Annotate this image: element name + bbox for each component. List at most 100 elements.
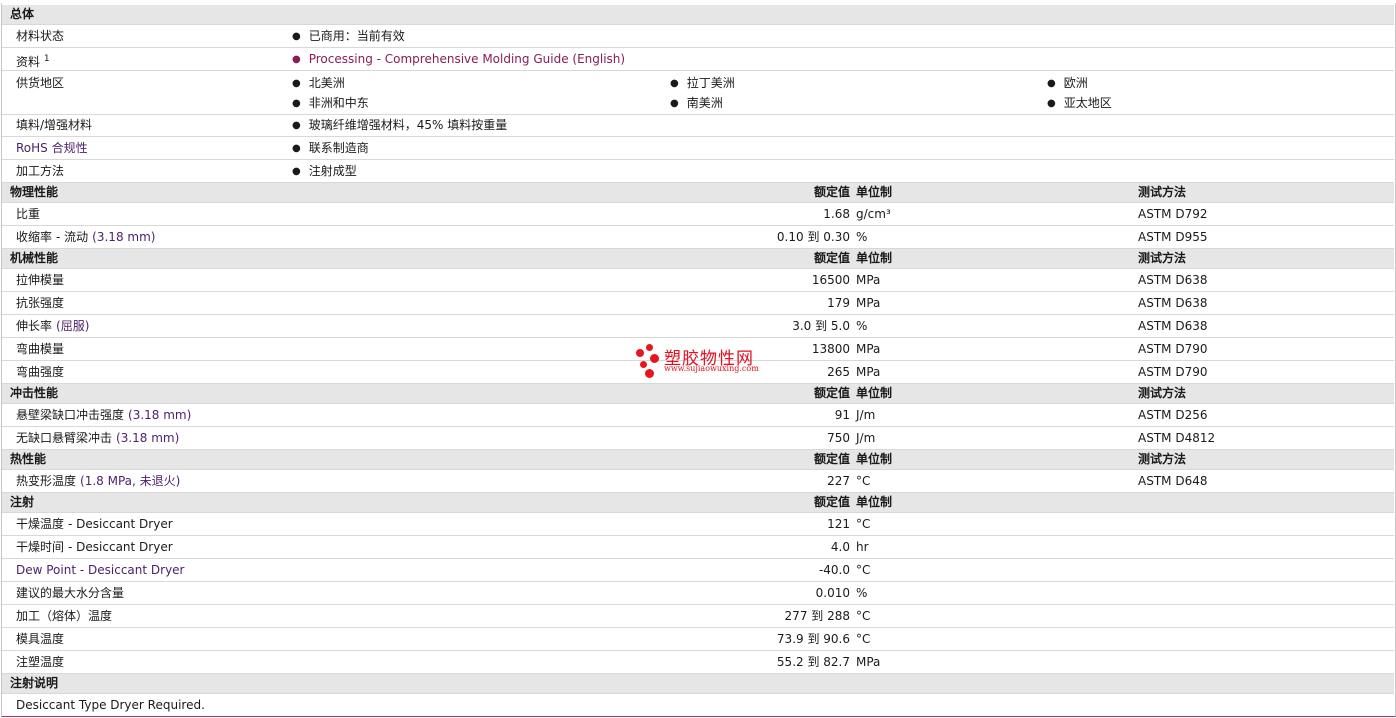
- label-main: 无缺口悬臂梁冲击: [16, 431, 113, 445]
- watermark-url: www.sujiaowuxing.com: [664, 364, 759, 373]
- label-condition: (3.18 mm): [116, 431, 180, 445]
- row-value: 277 到 288: [784, 609, 850, 623]
- table-row: 热变形温度 (1.8 MPa, 未退火) 227 °C ASTM D648: [2, 470, 1394, 493]
- row-value: 16500: [811, 273, 850, 287]
- table-row: 干燥温度 - Desiccant Dryer 121 °C: [2, 513, 1394, 536]
- nominal-header: 额定值: [813, 452, 850, 466]
- notes-row: Desiccant Type Dryer Required.: [2, 694, 1394, 716]
- nominal-header: 额定值: [813, 185, 850, 199]
- row-value: 55.2 到 82.7: [776, 655, 850, 669]
- row-unit: MPa: [856, 296, 881, 310]
- table-row: 模具温度 73.9 到 90.6 °C: [2, 628, 1394, 651]
- row-unit: %: [856, 586, 868, 600]
- row-rohs: RoHS 合规性 联系制造商: [2, 137, 1394, 160]
- label-condition: (屈服): [56, 319, 90, 333]
- filler-value: 玻璃纤维增强材料，45% 填料按重量: [292, 114, 508, 138]
- nominal-header: 额定值: [813, 495, 850, 509]
- test-header: 测试方法: [1138, 386, 1187, 400]
- row-unit: MPa: [856, 342, 881, 356]
- section-title: 注射: [10, 495, 35, 509]
- row-test-method: ASTM D4812: [1138, 431, 1216, 445]
- table-row: 干燥时间 - Desiccant Dryer 4.0 hr: [2, 536, 1394, 559]
- row-value: 1.68: [823, 207, 850, 221]
- row-unit: J/m: [856, 431, 876, 445]
- row-unit: %: [856, 319, 868, 333]
- row-test-method: ASTM D638: [1138, 319, 1208, 333]
- unit-header: 单位制: [856, 386, 893, 400]
- test-header: 测试方法: [1138, 452, 1187, 466]
- row-unit: °C: [856, 563, 871, 577]
- row-value: 4.0: [830, 540, 850, 554]
- logo-dot: [636, 349, 644, 357]
- test-header: 测试方法: [1138, 251, 1187, 265]
- row-label: 资料 1: [16, 48, 50, 73]
- docs-link[interactable]: Processing - Comprehensive Molding Guide…: [292, 48, 625, 72]
- row-label: 加工方法: [16, 164, 65, 178]
- logo-dot: [650, 354, 659, 363]
- label-sub: - Desiccant Dryer: [68, 540, 173, 554]
- row-unit: MPa: [856, 365, 881, 379]
- row-test-method: ASTM D648: [1138, 474, 1208, 488]
- table-row: 拉伸模量 16500 MPa ASTM D638: [2, 269, 1394, 292]
- row-test-method: ASTM D792: [1138, 207, 1208, 221]
- row-supply-regions: 供货地区 北美洲 拉丁美洲 欧洲 非洲和中东 南美洲 亚太地区: [2, 71, 1394, 115]
- docs-label: 资料: [16, 55, 41, 69]
- row-label: 模具温度: [16, 632, 65, 646]
- row-label: 比重: [16, 207, 41, 221]
- row-unit: g/cm³: [856, 207, 891, 221]
- row-filler: 填料/增强材料 玻璃纤维增强材料，45% 填料按重量: [2, 114, 1394, 137]
- section-title: 热性能: [10, 452, 47, 466]
- row-label: 悬壁梁缺口冲击强度 (3.18 mm): [16, 404, 191, 426]
- table-row: 比重 1.68 g/cm³ ASTM D792: [2, 203, 1394, 226]
- section-title: 总体: [10, 7, 35, 21]
- row-label: RoHS 合规性: [16, 141, 88, 155]
- row-unit: J/m: [856, 408, 876, 422]
- row-value: -40.0: [818, 563, 850, 577]
- row-value: 227: [827, 474, 850, 488]
- label-main: 热变形温度: [16, 474, 77, 488]
- row-label: 收缩率 - 流动 (3.18 mm): [16, 226, 155, 248]
- row-label: 弯曲模量: [16, 342, 65, 356]
- row-label: 抗张强度: [16, 296, 65, 310]
- rohs-value: 联系制造商: [292, 137, 369, 161]
- table-row: 收缩率 - 流动 (3.18 mm) 0.10 到 0.30 % ASTM D955: [2, 226, 1394, 249]
- table-row: 悬壁梁缺口冲击强度 (3.18 mm) 91 J/m ASTM D256: [2, 404, 1394, 427]
- section-mechanical-header: 机械性能 额定值 单位制 测试方法: [2, 249, 1394, 269]
- logo-dot: [645, 369, 654, 378]
- label-main: 干燥时间: [16, 540, 65, 554]
- row-test-method: ASTM D638: [1138, 296, 1208, 310]
- row-label: 注塑温度: [16, 655, 65, 669]
- row-value: 91: [834, 408, 850, 422]
- row-value: 0.10 到 0.30: [776, 230, 850, 244]
- region-item: 拉丁美洲: [670, 73, 735, 95]
- section-thermal-header: 热性能 额定值 单位制 测试方法: [2, 450, 1394, 470]
- region-item: 欧洲: [1047, 73, 1088, 95]
- row-value: 179: [827, 296, 850, 310]
- row-label: Dew Point - Desiccant Dryer: [16, 563, 185, 577]
- section-title: 注射说明: [10, 676, 59, 690]
- region-item: 南美洲: [670, 93, 723, 115]
- row-unit: °C: [856, 609, 871, 623]
- row-unit: MPa: [856, 655, 881, 669]
- table-row: 无缺口悬臂梁冲击 (3.18 mm) 750 J/m ASTM D4812: [2, 427, 1394, 450]
- row-test-method: ASTM D790: [1138, 342, 1208, 356]
- section-physical-header: 物理性能 额定值 单位制 测试方法: [2, 183, 1394, 203]
- row-unit: °C: [856, 632, 871, 646]
- region-item: 亚太地区: [1047, 93, 1112, 115]
- row-value: 265: [827, 365, 850, 379]
- row-label: 干燥温度 - Desiccant Dryer: [16, 513, 173, 535]
- row-test-method: ASTM D638: [1138, 273, 1208, 287]
- notes-text: Desiccant Type Dryer Required.: [16, 698, 205, 712]
- unit-header: 单位制: [856, 251, 893, 265]
- label-main: 收缩率: [16, 230, 53, 244]
- row-value: 3.0 到 5.0: [792, 319, 850, 333]
- row-label: 建议的最大水分含量: [16, 586, 125, 600]
- nominal-header: 额定值: [813, 251, 850, 265]
- row-label: 无缺口悬臂梁冲击 (3.18 mm): [16, 427, 179, 449]
- row-unit: %: [856, 230, 868, 244]
- row-unit: °C: [856, 474, 871, 488]
- nominal-header: 额定值: [813, 386, 850, 400]
- row-value: 0.010: [815, 586, 850, 600]
- row-label: 伸长率 (屈服): [16, 315, 89, 337]
- unit-header: 单位制: [856, 185, 893, 199]
